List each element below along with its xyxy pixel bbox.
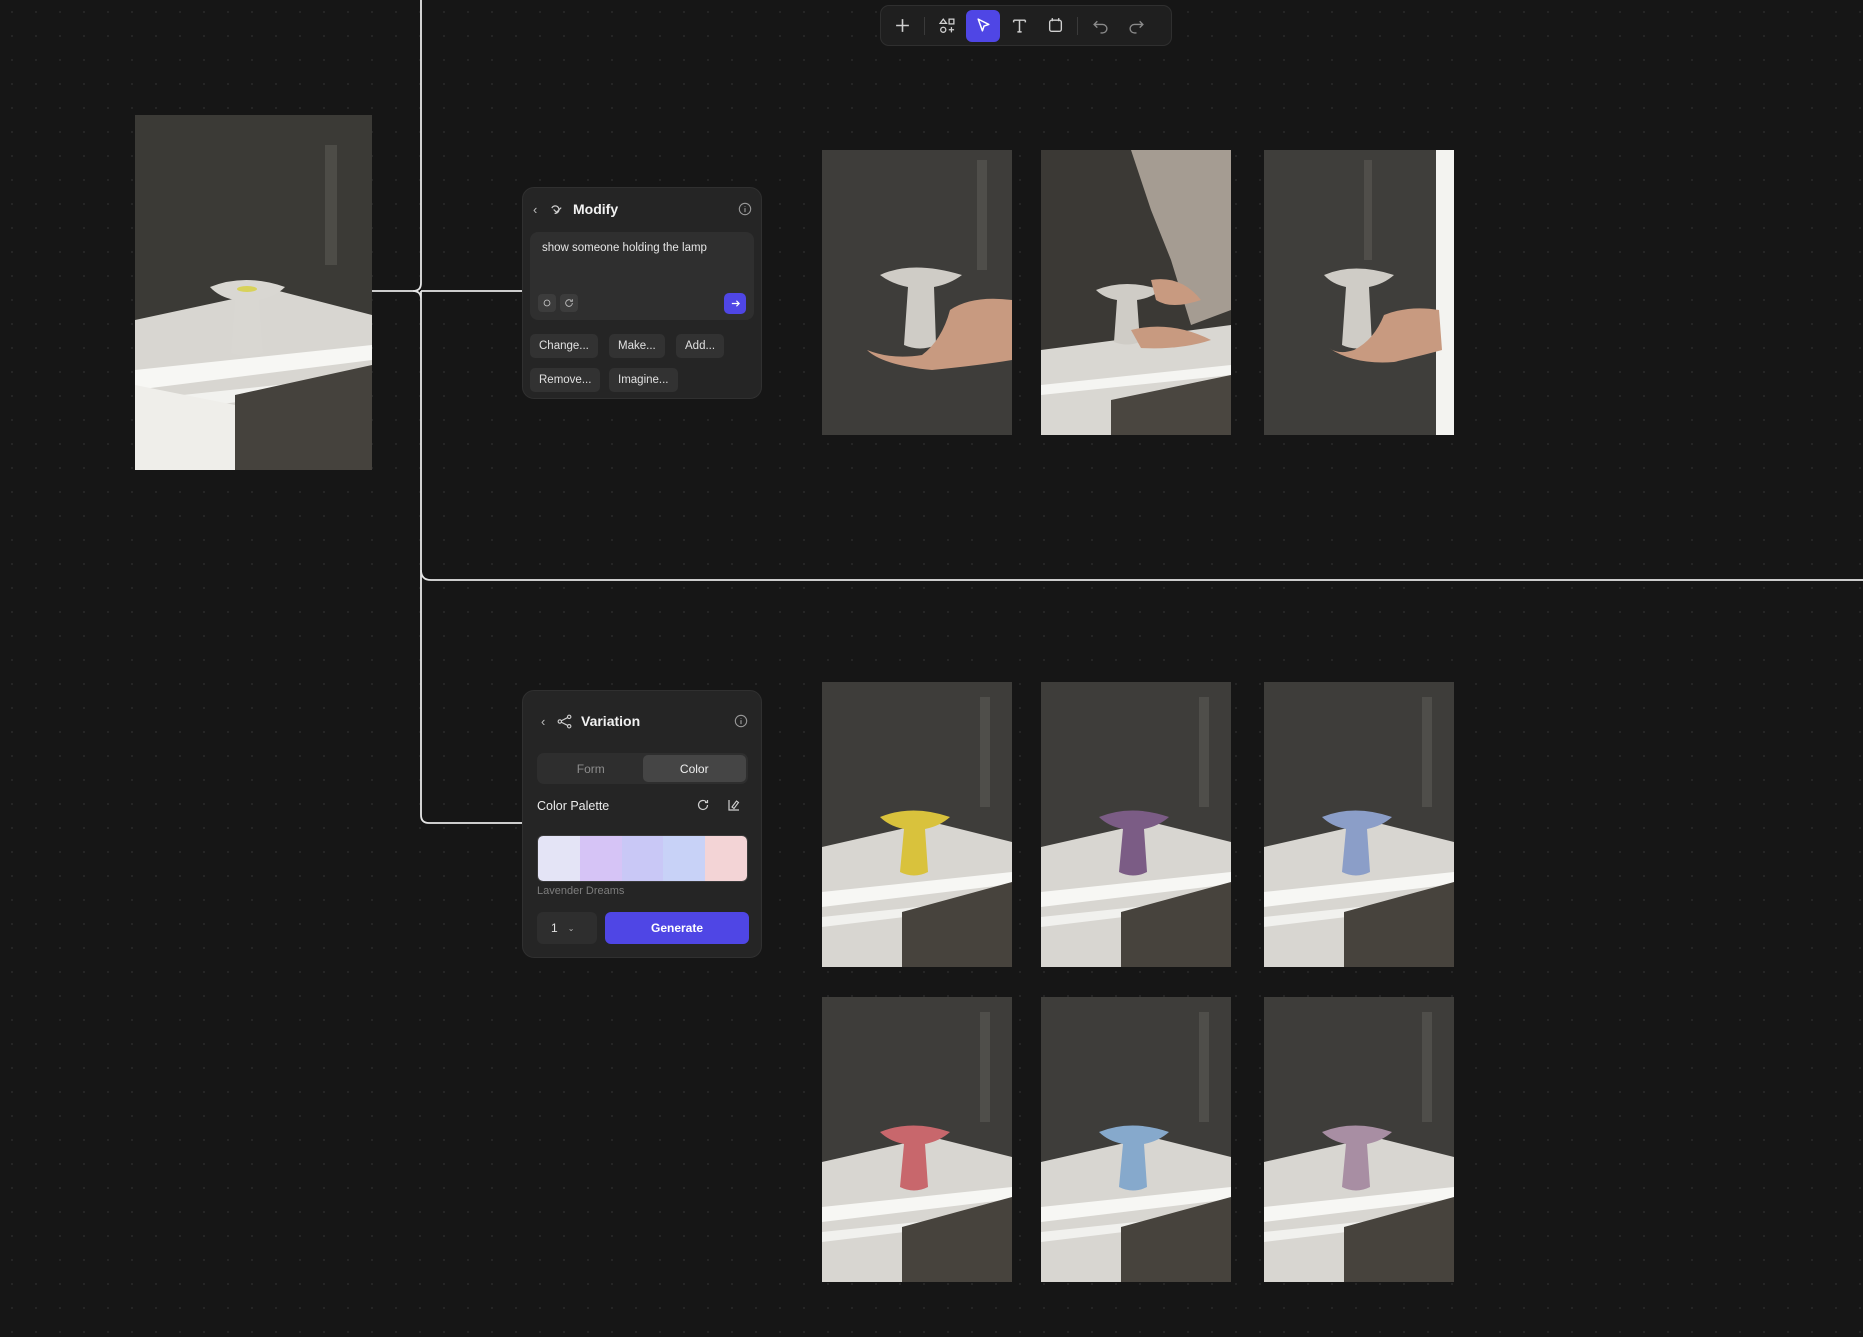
tab-color[interactable]: Color (642, 755, 746, 782)
chip-remove[interactable]: Remove... (530, 368, 601, 392)
palette-swatch[interactable] (621, 836, 664, 881)
palette-swatch[interactable] (663, 836, 706, 881)
lamp-photo (1264, 150, 1454, 435)
frame-icon (1048, 18, 1062, 33)
chip-imagine[interactable]: Imagine... (609, 368, 678, 392)
variation-panel-title: Variation (581, 713, 641, 729)
color-palette-label: Color Palette (537, 799, 610, 813)
variation-result-6[interactable] (1264, 997, 1454, 1282)
toolbar-divider (924, 16, 925, 35)
generate-button[interactable]: Generate (605, 912, 749, 944)
color-palette[interactable] (537, 835, 748, 882)
lamp-photo (822, 150, 1012, 435)
variation-result-2[interactable] (1041, 682, 1231, 967)
undo-button[interactable] (1083, 10, 1117, 42)
connector-to-modify (412, 290, 522, 300)
palette-edit-icon (728, 800, 740, 811)
back-chevron-icon[interactable]: ‹ (541, 714, 553, 729)
text-icon (1012, 19, 1026, 33)
prompt-text[interactable]: show someone holding the lamp (542, 242, 742, 254)
variation-result-1[interactable] (822, 682, 1012, 967)
enhance-prompt-button[interactable] (538, 294, 556, 312)
prompt-tools (538, 294, 578, 312)
variation-panel-header: ‹ Variation (541, 711, 749, 731)
connector-to-variation (420, 299, 522, 824)
lamp-photo (1264, 682, 1454, 967)
info-icon[interactable] (733, 713, 749, 729)
info-icon[interactable] (737, 201, 753, 217)
variation-mode-tabs: Form Color (537, 753, 748, 784)
chip-change[interactable]: Change... (530, 334, 598, 358)
variation-result-4[interactable] (822, 997, 1012, 1282)
chip-add[interactable]: Add... (676, 334, 725, 358)
select-tool-button[interactable] (966, 9, 1000, 42)
sparkle-icon (543, 299, 551, 307)
shapes-icon (938, 18, 955, 33)
lamp-photo (822, 682, 1012, 967)
canvas-toolbar (880, 5, 1172, 46)
connector-horizontal (420, 569, 1863, 581)
lamp-photo (1041, 997, 1231, 1282)
arrow-right-icon (731, 300, 740, 307)
palette-name: Lavender Dreams (537, 885, 625, 897)
palette-swatch[interactable] (579, 836, 622, 881)
chevron-down-icon: ⌄ (567, 923, 575, 933)
lamp-photo (822, 997, 1012, 1282)
tab-form[interactable]: Form (539, 755, 643, 782)
text-tool-button[interactable] (1002, 10, 1036, 42)
connector-source-modify (372, 0, 422, 292)
cursor-icon (976, 18, 990, 32)
refresh-icon (565, 299, 573, 307)
modify-panel: ‹ Modify show someone holding the lamp C… (522, 187, 762, 399)
redo-button[interactable] (1119, 10, 1153, 42)
submit-prompt-button[interactable] (724, 293, 746, 314)
variation-panel: ‹ Variation Form Color Color Palette Lav… (522, 690, 762, 958)
frame-tool-button[interactable] (1038, 10, 1072, 42)
modify-panel-title: Modify (573, 201, 619, 217)
toolbar-divider (1077, 16, 1078, 35)
modify-result-2[interactable] (1041, 150, 1231, 435)
lamp-photo (1264, 997, 1454, 1282)
shuffle-palette-button[interactable] (693, 795, 713, 815)
modify-panel-header: ‹ Modify (533, 199, 753, 219)
refresh-prompt-button[interactable] (560, 294, 578, 312)
redo-icon (1128, 20, 1144, 34)
refresh-icon (697, 799, 709, 811)
palette-swatch[interactable] (705, 836, 747, 881)
prompt-input[interactable]: show someone holding the lamp (530, 232, 754, 320)
edit-palette-button[interactable] (724, 795, 744, 815)
variation-result-5[interactable] (1041, 997, 1231, 1282)
variation-count-value: 1 (551, 921, 558, 935)
variation-result-3[interactable] (1264, 682, 1454, 967)
source-image[interactable] (135, 115, 372, 470)
lamp-photo (135, 115, 372, 470)
lamp-photo (1041, 682, 1231, 967)
plus-icon (895, 19, 909, 32)
modify-result-1[interactable] (822, 150, 1012, 435)
chip-make[interactable]: Make... (609, 334, 665, 358)
modify-result-3[interactable] (1264, 150, 1454, 435)
variation-count-select[interactable]: 1 ⌄ (537, 912, 597, 944)
variation-icon (557, 712, 575, 730)
undo-icon (1092, 20, 1108, 34)
palette-swatch[interactable] (538, 836, 580, 881)
add-tool-button[interactable] (885, 10, 919, 42)
modify-icon (549, 200, 567, 218)
shapes-tool-button[interactable] (930, 10, 964, 42)
lamp-photo (1041, 150, 1231, 435)
back-chevron-icon[interactable]: ‹ (533, 202, 545, 217)
